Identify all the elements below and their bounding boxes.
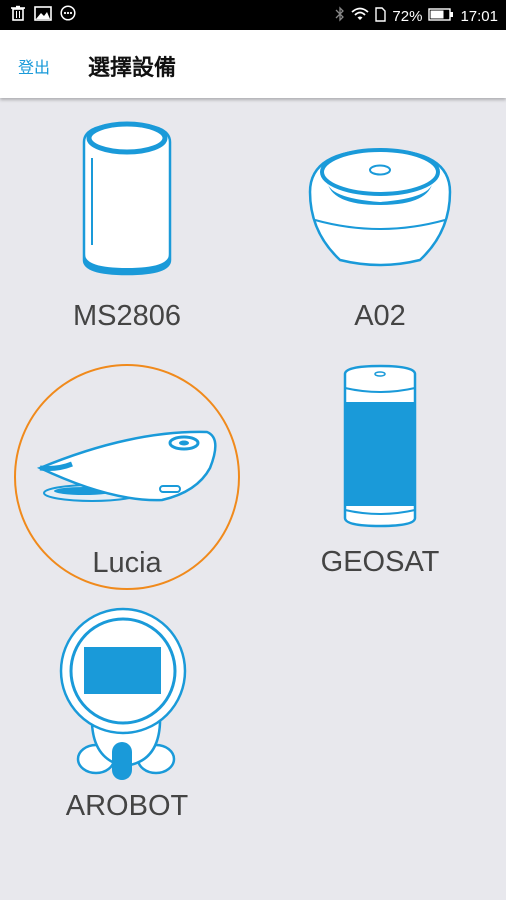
app-bar: 登出 選擇設備 (0, 30, 506, 98)
bluetooth-icon (335, 6, 345, 26)
device-label: AROBOT (65, 790, 189, 822)
logout-button[interactable]: 登出 (18, 54, 50, 78)
device-label: GEOSAT (320, 546, 440, 578)
robot-icon (59, 607, 187, 780)
image-icon (34, 5, 52, 25)
device-ms2806[interactable]: MS2806 (12, 110, 242, 350)
device-label: Lucia (92, 547, 162, 579)
device-arobot[interactable]: AROBOT (12, 604, 242, 844)
wifi-icon (351, 7, 370, 25)
tower-speaker-icon (343, 364, 417, 528)
clock: 17:01 (460, 7, 498, 25)
device-lucia[interactable]: Lucia (12, 360, 242, 600)
device-geosat[interactable]: GEOSAT (265, 360, 495, 600)
device-a02[interactable]: A02 (265, 110, 495, 350)
lucia-device-icon (36, 430, 217, 502)
chat-bubble-icon (60, 5, 76, 25)
battery-percent: 72% (392, 7, 423, 25)
sim-card-icon (375, 6, 387, 26)
device-label: MS2806 (72, 300, 181, 332)
device-label: A02 (354, 300, 406, 332)
page-title: 選擇設備 (88, 56, 177, 81)
status-bar: 72% 17:01 (0, 0, 506, 30)
trash-icon (10, 5, 26, 25)
battery-icon (428, 7, 454, 25)
cylinder-speaker-icon (82, 121, 172, 276)
round-speaker-icon (308, 148, 452, 267)
